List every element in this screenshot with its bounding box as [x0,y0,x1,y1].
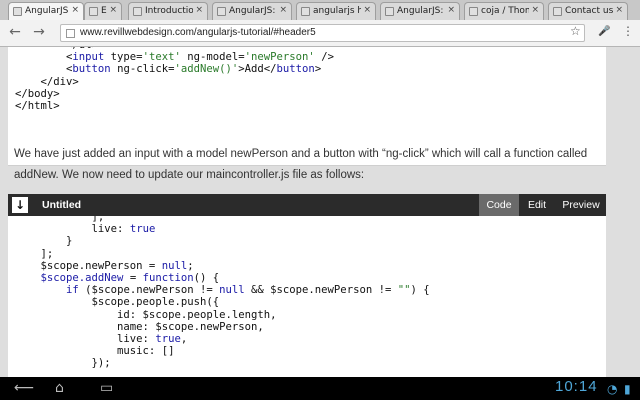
editor-toolbar: ↓ Untitled Code Edit Preview [8,194,606,216]
paragraph-line: addNew. We now need to update our mainco… [14,169,365,181]
close-tab-icon[interactable]: × [71,5,79,15]
editor-title: Untitled [42,199,82,211]
forward-arrow-icon[interactable]: → [30,23,48,41]
download-icon[interactable]: ↓ [12,197,28,213]
close-tab-icon[interactable]: × [531,5,539,15]
browser-tab-4[interactable]: angularjs how × [296,2,376,20]
page-favicon-icon [13,7,22,16]
url-text: www.revillwebdesign.com/angularjs-tutori… [80,27,316,38]
tab-title: E [101,6,107,16]
tab-preview[interactable]: Preview [556,194,606,216]
address-toolbar: ← → www.revillwebdesign.com/angularjs-tu… [0,20,640,47]
tab-title: angularjs how [313,6,361,16]
tab-title: AngularJS: 0 [397,6,445,16]
browser-tab-7[interactable]: Contact us × [548,2,628,20]
browser-tab-0[interactable]: AngularJS Tut × [8,2,84,21]
back-icon[interactable]: ⟵ [14,380,34,396]
browser-tab-1[interactable]: E × [84,2,122,20]
close-tab-icon[interactable]: × [615,5,623,15]
page-favicon-icon [385,7,394,16]
tab-title: AngularJS: 3 [229,6,277,16]
page-favicon-icon [553,7,562,16]
tab-title: Introduction to [145,6,193,16]
tab-title: coja / Thomas [481,6,529,16]
page-favicon-icon [217,7,226,16]
editor-code-area[interactable]: ], live: true } ]; $scope.newPerson = nu… [8,216,606,377]
page-favicon-icon [133,7,142,16]
close-tab-icon[interactable]: × [363,5,371,15]
recent-apps-icon[interactable]: ▭ [100,380,113,396]
close-tab-icon[interactable]: × [279,5,287,15]
browser-tab-6[interactable]: coja / Thomas × [464,2,544,20]
browser-tab-5[interactable]: AngularJS: 0 × [380,2,460,20]
menu-icon[interactable]: ⋮ [622,24,634,38]
home-icon[interactable]: ⌂ [55,380,64,396]
system-navigation-bar: ⟵ ⌂ ▭ 10:14 ◔ ▮ [0,377,640,400]
page-content: </ul> <input type='text' ng-model='newPe… [0,47,640,377]
close-tab-icon[interactable]: × [109,5,117,15]
close-tab-icon[interactable]: × [447,5,455,15]
status-clock: 10:14 [555,378,598,395]
code-text: ], live: true } ]; $scope.newPerson = nu… [40,216,430,370]
code-editor-embed: ↓ Untitled Code Edit Preview ], live: tr… [8,194,606,377]
browser-tab-2[interactable]: Introduction to × [128,2,208,20]
close-tab-icon[interactable]: × [195,5,203,15]
article-paragraph: We have just added an input with a model… [14,144,614,186]
battery-icon: ▮ [624,382,631,396]
url-input[interactable]: www.revillwebdesign.com/angularjs-tutori… [60,24,585,42]
page-favicon-icon [469,7,478,16]
bookmark-star-icon[interactable]: ☆ [570,24,581,38]
code-text: </ul> <input type='text' ng-model='newPe… [15,47,334,113]
tab-title: Contact us [565,6,613,16]
back-arrow-icon[interactable]: ← [6,23,24,41]
page-favicon-icon [89,7,98,16]
wifi-icon: ◔ [607,382,618,396]
tab-title: AngularJS Tut [25,6,69,16]
paragraph-line: We have just added an input with a model… [14,148,588,160]
tab-strip: AngularJS Tut × E × Introduction to × An… [0,0,640,21]
site-favicon-icon [66,29,75,38]
tab-edit[interactable]: Edit [520,194,554,216]
tab-code[interactable]: Code [479,194,519,216]
browser-tab-3[interactable]: AngularJS: 3 × [212,2,292,20]
microphone-icon[interactable]: 🎤 [598,26,610,37]
page-favicon-icon [301,7,310,16]
